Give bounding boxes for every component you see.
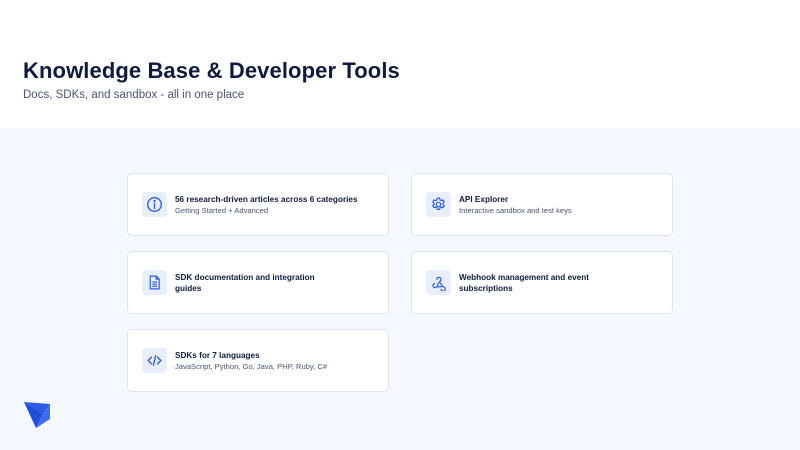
- info-icon: [142, 192, 167, 217]
- card-subtitle: Interactive sandbox and test keys: [459, 205, 572, 215]
- page-subtitle: Docs, SDKs, and sandbox - all in one pla…: [23, 89, 245, 101]
- card-articles[interactable]: 56 research-driven articles across 6 cat…: [127, 173, 389, 236]
- brand-logo-icon: [22, 399, 52, 431]
- document-icon: [142, 270, 167, 295]
- card-title: 56 research-driven articles across 6 cat…: [175, 194, 358, 204]
- card-subtitle: Getting Started + Advanced: [175, 205, 269, 215]
- card-title: API Explorer: [459, 194, 509, 204]
- card-webhooks[interactable]: Webhook management and event subscriptio…: [411, 251, 673, 314]
- card-title: SDKs for 7 languages: [175, 350, 260, 360]
- card-api-explorer[interactable]: API Explorer Interactive sandbox and tes…: [411, 173, 673, 236]
- card-title: Webhook management and event subscriptio…: [459, 272, 589, 293]
- code-icon: [142, 348, 167, 373]
- page-title: Knowledge Base & Developer Tools: [23, 58, 400, 83]
- header: Knowledge Base & Developer Tools Docs, S…: [0, 0, 800, 128]
- gear-icon: [426, 192, 451, 217]
- content-area: [0, 128, 800, 450]
- card-sdk-docs[interactable]: SDK documentation and integration guides: [127, 251, 389, 314]
- card-subtitle: JavaScript, Python, Go, Java, PHP, Ruby,…: [175, 361, 328, 371]
- card-title: SDK documentation and integration guides: [175, 272, 315, 293]
- webhook-icon: [426, 270, 451, 295]
- card-sdk-languages[interactable]: SDKs for 7 languages JavaScript, Python,…: [127, 329, 389, 392]
